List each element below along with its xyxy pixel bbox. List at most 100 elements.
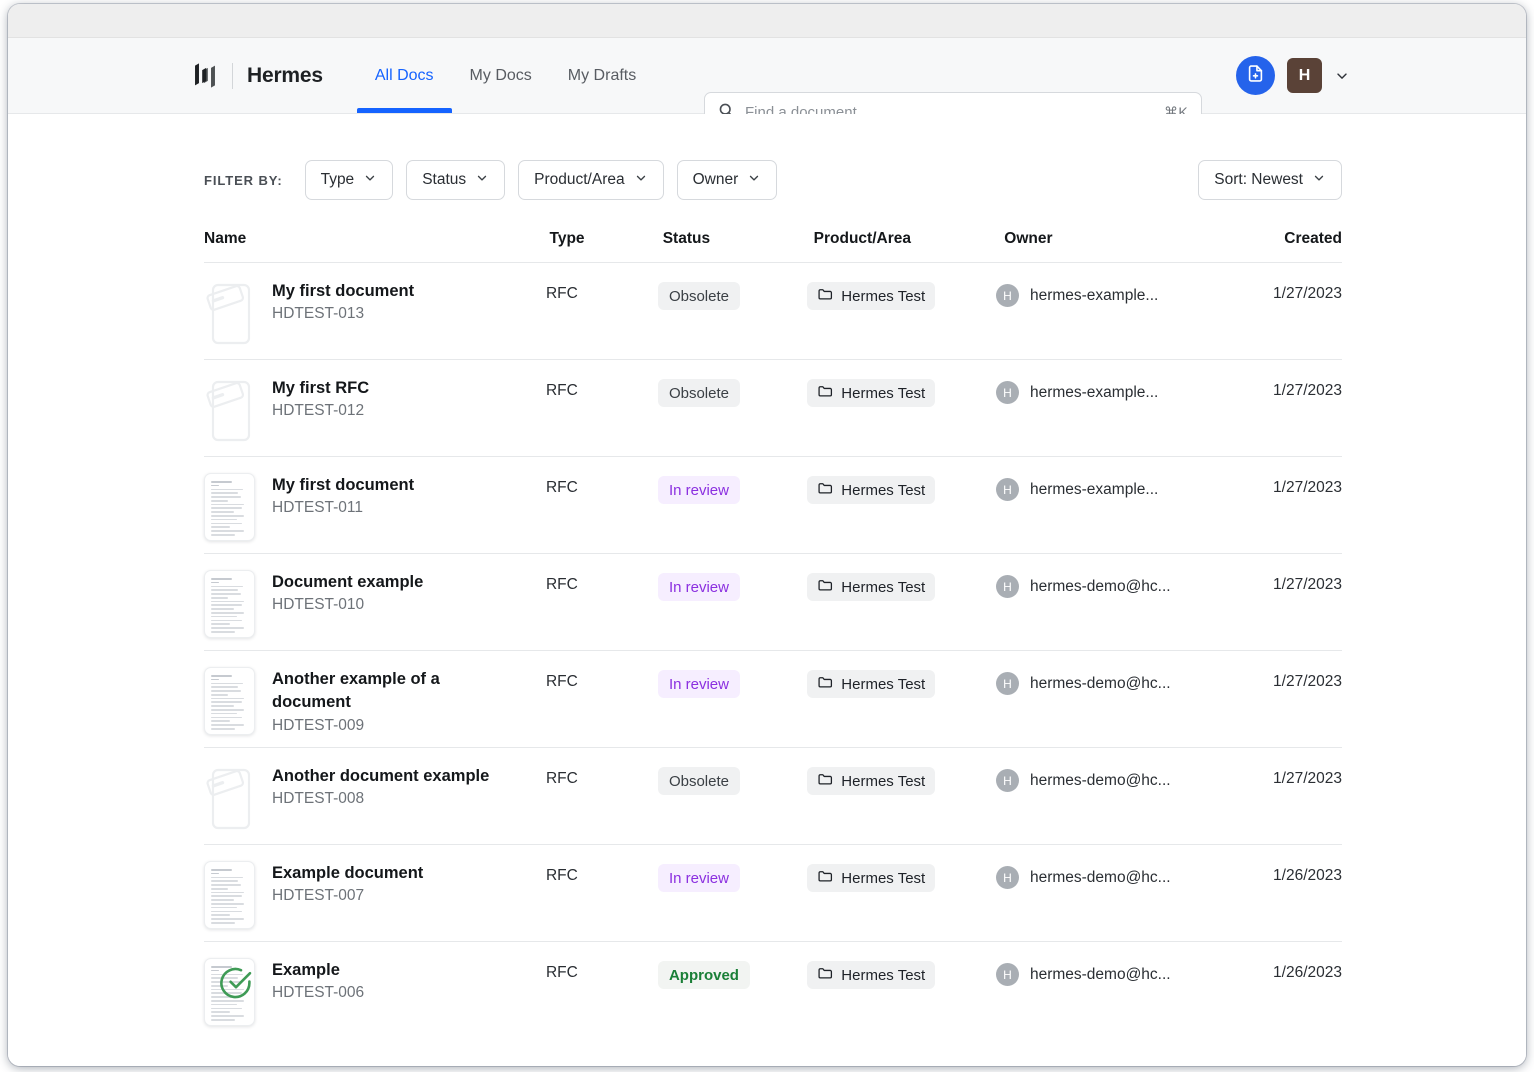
table-row[interactable]: My first documentHDTEST-011RFCIn reviewH…	[204, 457, 1342, 554]
new-document-icon	[1246, 64, 1265, 88]
filter-type-dropdown[interactable]: Type	[305, 160, 394, 200]
sort-dropdown[interactable]: Sort: Newest	[1198, 160, 1342, 200]
table-row[interactable]: My first documentHDTEST-013RFCObsolete He…	[204, 263, 1342, 360]
product-area-label: Hermes Test	[841, 579, 925, 596]
document-type: RFC	[546, 667, 658, 691]
table-body: My first documentHDTEST-013RFCObsoleteHe…	[204, 263, 1342, 1039]
document-id: HDTEST-007	[272, 887, 423, 905]
window-chrome-bar	[8, 4, 1526, 38]
avatar: H	[996, 672, 1019, 695]
chevron-down-icon	[747, 171, 761, 190]
column-header-owner: Owner	[1004, 230, 1284, 248]
filter-owner-label: Owner	[693, 171, 739, 189]
product-area-label: Hermes Test	[841, 967, 925, 984]
status-badge: Approved	[658, 961, 750, 989]
product-area-chip[interactable]: Hermes Test	[807, 573, 935, 601]
product-area-chip[interactable]: Hermes Test	[807, 961, 935, 989]
filter-product-area-dropdown[interactable]: Product/Area	[518, 160, 663, 200]
product-area-label: Hermes Test	[841, 676, 925, 693]
document-name-cell[interactable]: My first RFCHDTEST-012	[204, 376, 546, 444]
document-thumbnail-obsolete-icon	[204, 279, 255, 347]
document-thumbnail-icon	[204, 570, 255, 638]
filter-type-label: Type	[321, 171, 355, 189]
filter-owner-dropdown[interactable]: Owner	[677, 160, 778, 200]
status-badge: Obsolete	[658, 282, 740, 310]
folder-icon	[817, 868, 833, 888]
nav-tabs: All Docs My Docs My Drafts	[357, 38, 654, 113]
folder-icon	[817, 383, 833, 403]
document-title: Example	[272, 959, 364, 982]
document-thumbnail-obsolete-icon	[204, 764, 255, 832]
document-type: RFC	[546, 279, 658, 303]
owner-cell: Hhermes-example...	[996, 473, 1273, 501]
avatar: H	[996, 963, 1019, 986]
filter-status-dropdown[interactable]: Status	[406, 160, 505, 200]
document-type: RFC	[546, 764, 658, 788]
document-thumbnail-icon	[204, 861, 255, 929]
product-area-cell: Hermes Test	[807, 667, 996, 698]
owner-cell: Hhermes-demo@hc...	[996, 667, 1273, 695]
product-area-label: Hermes Test	[841, 773, 925, 790]
created-date: 1/26/2023	[1273, 861, 1342, 885]
document-name-cell[interactable]: My first documentHDTEST-011	[204, 473, 546, 541]
header-actions: H	[1236, 38, 1350, 113]
product-area-chip[interactable]: Hermes Test	[807, 379, 935, 407]
product-area-cell: Hermes Test	[807, 764, 996, 795]
document-name-cell[interactable]: Document exampleHDTEST-010	[204, 570, 546, 638]
product-area-cell: Hermes Test	[807, 958, 996, 989]
document-name-cell[interactable]: ExampleHDTEST-006	[204, 958, 546, 1026]
folder-icon	[817, 286, 833, 306]
new-document-button[interactable]	[1236, 56, 1275, 95]
folder-icon	[817, 771, 833, 791]
tab-all-docs[interactable]: All Docs	[357, 38, 452, 113]
document-thumbnail-icon	[204, 667, 255, 735]
table-row[interactable]: My first RFCHDTEST-012RFCObsoleteHermes …	[204, 360, 1342, 457]
document-id: HDTEST-011	[272, 499, 414, 517]
chevron-down-icon[interactable]	[1334, 68, 1350, 84]
avatar: H	[996, 769, 1019, 792]
app-window: Hermes All Docs My Docs My Drafts ⌘K	[8, 4, 1526, 1066]
approved-check-icon	[219, 966, 253, 1005]
status-cell: Approved	[658, 958, 807, 989]
created-date: 1/27/2023	[1273, 473, 1342, 497]
document-title: My first RFC	[272, 377, 369, 400]
table-row[interactable]: ExampleHDTEST-006RFCApproved Hermes Test H…	[204, 942, 1342, 1039]
user-avatar[interactable]: H	[1287, 58, 1322, 93]
product-area-chip[interactable]: Hermes Test	[807, 864, 935, 892]
table-row[interactable]: Another document exampleHDTEST-008RFCObs…	[204, 748, 1342, 845]
status-cell: Obsolete	[658, 764, 807, 795]
owner-name: hermes-demo@hc...	[1030, 869, 1171, 887]
document-name-cell[interactable]: Another example of a documentHDTEST-009	[204, 667, 546, 735]
tab-my-docs[interactable]: My Docs	[452, 38, 550, 113]
document-name-cell[interactable]: My first documentHDTEST-013	[204, 279, 546, 347]
status-badge: In review	[658, 670, 740, 698]
owner-cell: Hhermes-demo@hc...	[996, 958, 1273, 986]
created-date: 1/27/2023	[1273, 667, 1342, 691]
status-cell: In review	[658, 570, 807, 601]
table-row[interactable]: Example documentHDTEST-007RFCIn reviewHe…	[204, 845, 1342, 942]
avatar: H	[996, 478, 1019, 501]
product-area-chip[interactable]: Hermes Test	[807, 282, 935, 310]
table-row[interactable]: Another example of a documentHDTEST-009R…	[204, 651, 1342, 748]
document-type: RFC	[546, 958, 658, 982]
avatar: H	[996, 866, 1019, 889]
created-date: 1/27/2023	[1273, 570, 1342, 594]
sort-label: Sort: Newest	[1214, 171, 1303, 189]
created-date: 1/26/2023	[1273, 958, 1342, 982]
status-cell: In review	[658, 861, 807, 892]
document-title: My first document	[272, 280, 414, 303]
owner-name: hermes-demo@hc...	[1030, 772, 1171, 790]
brand-divider	[232, 63, 233, 89]
document-name-cell[interactable]: Example documentHDTEST-007	[204, 861, 546, 929]
table-row[interactable]: Document exampleHDTEST-010RFCIn reviewHe…	[204, 554, 1342, 651]
product-area-chip[interactable]: Hermes Test	[807, 670, 935, 698]
tab-my-drafts[interactable]: My Drafts	[550, 38, 654, 113]
owner-cell: Hhermes-demo@hc...	[996, 764, 1273, 792]
product-area-chip[interactable]: Hermes Test	[807, 476, 935, 504]
avatar: H	[996, 381, 1019, 404]
product-area-chip[interactable]: Hermes Test	[807, 767, 935, 795]
filter-status-label: Status	[422, 171, 466, 189]
document-name-cell[interactable]: Another document exampleHDTEST-008	[204, 764, 546, 832]
filter-bar: FILTER BY: Type Status Product/Area	[8, 114, 1526, 200]
brand[interactable]: Hermes	[192, 62, 323, 89]
